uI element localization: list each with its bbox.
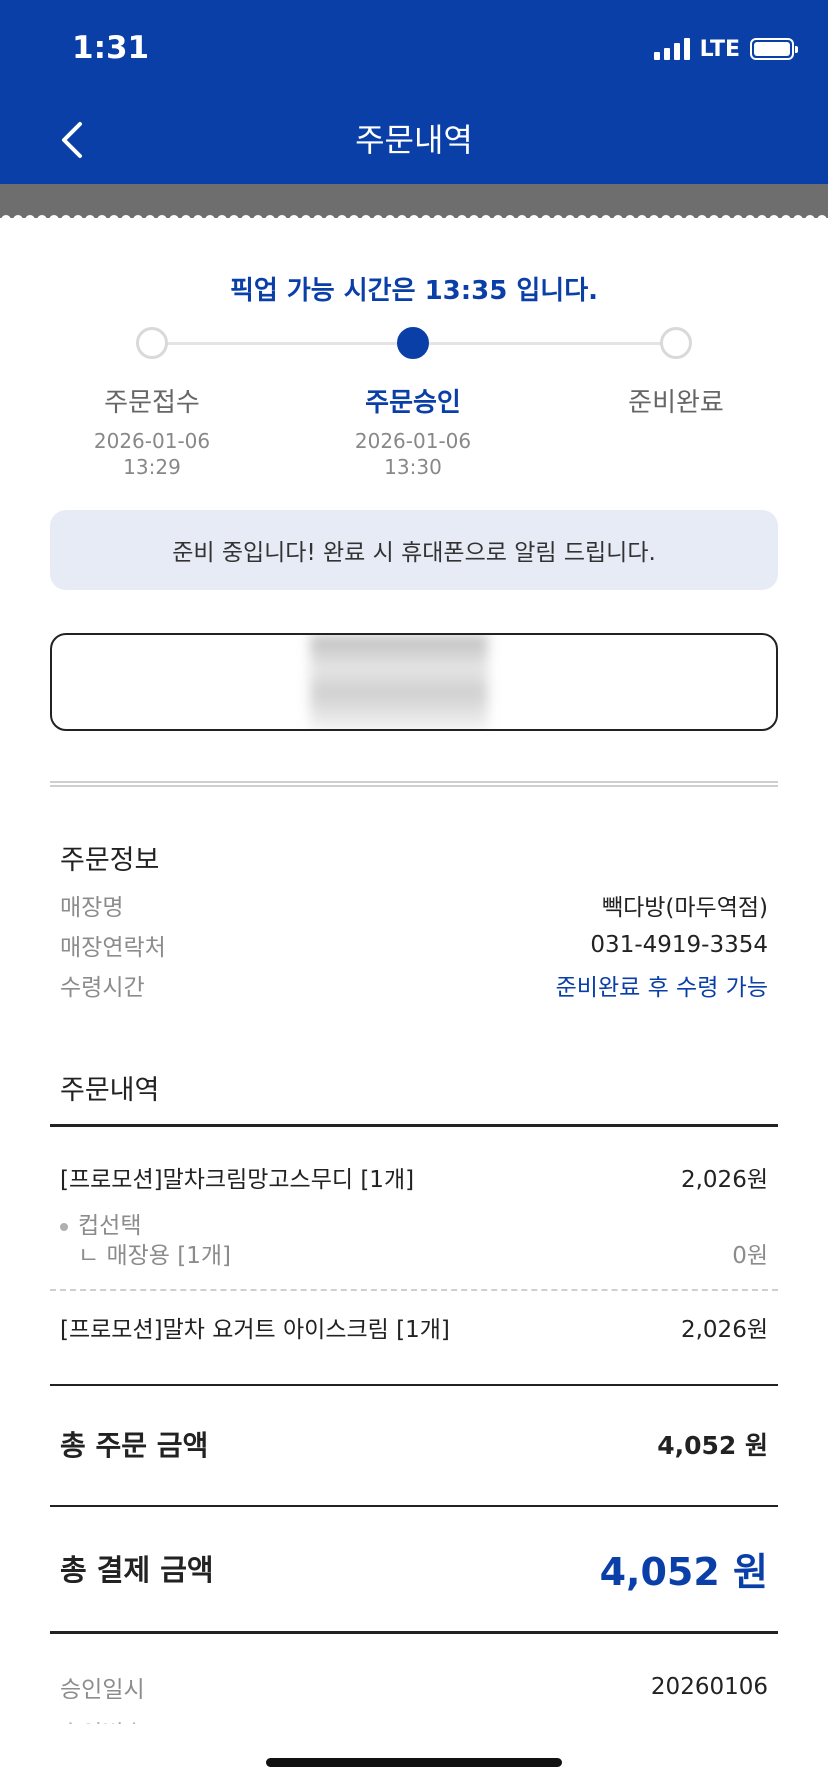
option-price: 0원 [732, 1243, 768, 1269]
info-value: 준비완료 후 수령 가능 [555, 975, 768, 1001]
step-label-ready: 준비완료 [628, 388, 724, 418]
item-price: 2,026원 [680, 1317, 768, 1343]
info-label: 매장연락처 [60, 935, 166, 961]
items-bottom-rule [50, 1384, 778, 1386]
info-label: 매장명 [60, 895, 124, 921]
order-total-row: 총 주문 금액 4,052 원 [60, 1422, 768, 1466]
item-name: [프로모션]말차크림망고스무디 [1개] [60, 1167, 415, 1193]
info-row-phone: 매장연락처 031-4919-3354 [60, 928, 768, 962]
blurred-order-number [310, 635, 488, 729]
pickup-time-message: 픽업 가능 시간은 13:35 입니다. [229, 276, 599, 306]
approval-date-label: 승인일시 [60, 1677, 145, 1703]
approval-date-row: 승인일시 20260106 [60, 1670, 768, 1704]
status-indicators: LTE [653, 34, 798, 64]
order-item: [프로모션]말차 요거트 아이스크림 [1개] 2,026원 [60, 1310, 768, 1344]
order-total-value: 4,052 원 [657, 1431, 768, 1460]
step-dot-received [136, 327, 168, 359]
info-value[interactable]: 031-4919-3354 [590, 932, 768, 958]
step-date-received: 2026-01-06 13:29 [52, 428, 252, 480]
network-label: LTE [699, 36, 740, 62]
preparing-notice-text: 준비 중입니다! 완료 시 휴대폰으로 알림 드립니다. [172, 540, 656, 566]
info-value: 빽다방(마두역점) [601, 895, 768, 921]
totals-rule [50, 1505, 778, 1507]
status-time: 1:31 [72, 30, 150, 66]
app-header: 1:31 LTE 주문내역 [0, 0, 828, 184]
order-number-box [50, 633, 778, 731]
step-dot-approved [397, 327, 429, 359]
item-price: 2,026원 [680, 1167, 768, 1193]
step-date-approved: 2026-01-06 13:30 [313, 428, 513, 480]
details-top-rule [50, 1124, 778, 1127]
option-group: 컵선택 [60, 1206, 141, 1240]
step-dot-ready [660, 327, 692, 359]
battery-icon [750, 38, 798, 60]
item-divider [50, 1289, 778, 1291]
order-info-title: 주문정보 [60, 845, 160, 876]
option-row: ㄴ 매장용 [1개] 0원 [78, 1236, 768, 1270]
step-date-received-day: 2026-01-06 [93, 429, 211, 453]
step-date-received-time: 13:29 [123, 455, 181, 479]
step-label-approved: 주문승인 [365, 388, 461, 418]
info-row-store: 매장명 빽다방(마두역점) [60, 888, 768, 922]
payment-rule [50, 1631, 778, 1634]
step-label-received: 주문접수 [104, 388, 200, 418]
home-indicator[interactable] [266, 1758, 562, 1767]
page-title: 주문내역 [355, 121, 473, 159]
info-row-pickup: 수령시간 준비완료 후 수령 가능 [60, 968, 768, 1002]
order-total-label: 총 주문 금액 [60, 1429, 209, 1462]
payment-total-value: 4,052 원 [599, 1549, 768, 1594]
option-name: ㄴ 매장용 [1개] [78, 1243, 232, 1269]
ticket-edge [0, 184, 828, 220]
order-item: [프로모션]말차크림망고스무디 [1개] 2,026원 [60, 1160, 768, 1194]
approval-date-value: 20260106 [650, 1674, 768, 1700]
bullet-icon [60, 1222, 68, 1231]
section-divider [50, 781, 778, 787]
order-details-title: 주문내역 [60, 1075, 160, 1106]
payment-total-label: 총 결제 금액 [60, 1553, 214, 1587]
step-date-approved-time: 13:30 [384, 455, 442, 479]
item-name: [프로모션]말차 요거트 아이스크림 [1개] [60, 1317, 450, 1343]
preparing-notice: 준비 중입니다! 완료 시 휴대폰으로 알림 드립니다. [50, 510, 778, 590]
step-date-approved-day: 2026-01-06 [354, 429, 472, 453]
payment-total-row: 총 결제 금액 4,052 원 [60, 1542, 768, 1594]
signal-icon [653, 38, 690, 60]
info-label: 수령시간 [60, 975, 145, 1001]
